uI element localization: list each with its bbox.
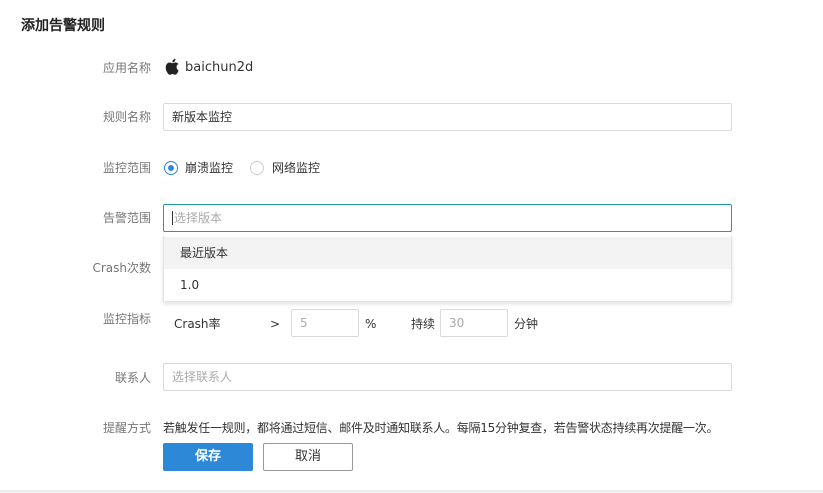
metric-label: 监控指标	[102, 312, 151, 326]
version-select-placeholder: 选择版本	[174, 211, 223, 225]
text-caret	[172, 211, 173, 225]
dropdown-option-latest[interactable]: 最近版本	[164, 237, 731, 269]
duration-unit: 分钟	[514, 317, 539, 331]
app-name-value: baichun2d	[185, 60, 254, 75]
version-dropdown: 最近版本 1.0	[163, 236, 732, 302]
radio-crash-monitor[interactable]	[164, 161, 178, 175]
crash-count-label: Crash次数	[92, 261, 151, 275]
monitor-scope-label: 监控范围	[102, 161, 151, 175]
threshold-input[interactable]: 5	[291, 309, 359, 337]
metric-name: Crash率	[174, 317, 221, 331]
save-button[interactable]: 保存	[163, 443, 253, 471]
rule-name-label: 规则名称	[102, 110, 151, 124]
version-select-input[interactable]: 选择版本	[163, 204, 732, 232]
radio-network-monitor[interactable]	[250, 161, 264, 175]
metric-operator: >	[270, 317, 281, 331]
app-name-label: 应用名称	[102, 61, 151, 75]
notify-label: 提醒方式	[102, 421, 151, 435]
page-title: 添加告警规则	[21, 18, 105, 34]
cancel-button[interactable]: 取消	[263, 443, 353, 471]
notify-description: 若触发任一规则，都将通过短信、邮件及时通知联系人。每隔15分钟复查，若告警状态持…	[163, 421, 719, 435]
dropdown-option-1-0[interactable]: 1.0	[164, 269, 731, 301]
threshold-unit: %	[365, 317, 377, 331]
duration-label: 持续	[411, 317, 436, 331]
apple-icon	[165, 58, 179, 75]
radio-network-monitor-label[interactable]: 网络监控	[272, 160, 320, 176]
rule-name-input[interactable]: 新版本监控	[163, 103, 732, 131]
alert-scope-label: 告警范围	[102, 211, 151, 225]
contact-label: 联系人	[114, 371, 151, 385]
contact-select-input[interactable]: 选择联系人	[163, 363, 732, 391]
radio-crash-monitor-label[interactable]: 崩溃监控	[185, 160, 233, 176]
duration-input[interactable]: 30	[440, 309, 508, 337]
